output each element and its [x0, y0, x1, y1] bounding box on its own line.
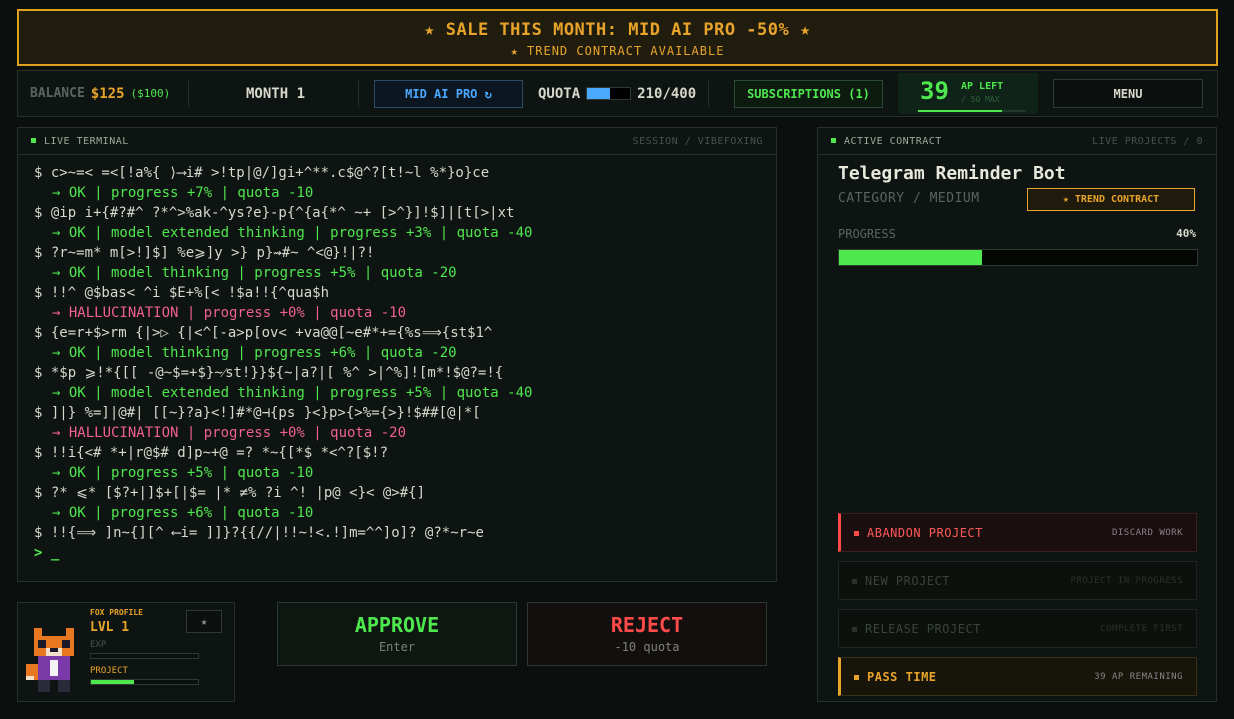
approve-label: APPROVE [354, 613, 440, 637]
new-project-sub: PROJECT IN PROGRESS [1070, 575, 1183, 586]
fox-avatar-icon [26, 628, 74, 692]
status-bar: BALANCE $125 ($100) MONTH 1 MID AI PRO ↻… [17, 70, 1218, 117]
progress-value: 40% [1176, 227, 1196, 240]
terminal-output: $ c>~=< =<[!a%{ ⟩⟶i# >!tp|@/]gi+^**.c$@^… [18, 155, 776, 543]
sale-banner-subtitle: ★ TREND CONTRACT AVAILABLE [510, 44, 725, 58]
project-bar-fill [91, 680, 134, 684]
terminal-prompt[interactable]: > _ [18, 543, 776, 563]
sale-banner-title: ★ SALE THIS MONTH: MID AI PRO -50% ★ [424, 20, 811, 40]
new-project-button[interactable]: NEW PROJECT PROJECT IN PROGRESS [838, 561, 1197, 600]
divider [358, 81, 359, 107]
terminal-command-line: $ *$p ⩾!*{[[ -@~$=+$}~⁄st!}}${~|a?|[ %^ … [34, 365, 504, 381]
abandon-label: ABANDON PROJECT [867, 525, 983, 540]
release-project-button[interactable]: RELEASE PROJECT COMPLETE FIRST [838, 609, 1197, 648]
approve-shortcut: Enter [378, 640, 416, 654]
release-project-label: RELEASE PROJECT [865, 621, 981, 636]
release-project-sub: COMPLETE FIRST [1100, 623, 1183, 634]
terminal-command-line: $ ?* ⩽* [$?+|]$+[|$= |* ≠% ?i ^! |p@ <}<… [34, 485, 426, 501]
pass-time-button[interactable]: PASS TIME 39 AP REMAINING [838, 657, 1197, 696]
pass-time-label: PASS TIME [867, 669, 937, 684]
terminal-ok-line: → OK | progress +7% | quota -10 [52, 185, 314, 201]
terminal-session: SESSION / VIBEFOXING [632, 135, 763, 147]
balance-display: BALANCE $125 ($100) [30, 71, 170, 116]
live-dot-icon [831, 138, 836, 143]
terminal-title: LIVE TERMINAL [44, 135, 129, 147]
release-dot-icon [852, 626, 857, 632]
quota-value: 210/400 [637, 85, 697, 102]
new-dot-icon [852, 578, 857, 584]
new-project-label: NEW PROJECT [865, 573, 950, 588]
abandon-project-button[interactable]: ABANDON PROJECT DISCARD WORK [838, 513, 1197, 552]
trend-contract-badge: ★ TREND CONTRACT [1027, 188, 1195, 211]
model-switch-button[interactable]: MID AI PRO ↻ [374, 80, 523, 108]
ap-value: 39 [920, 77, 949, 105]
terminal-panel: LIVE TERMINAL SESSION / VIBEFOXING $ c>~… [17, 127, 777, 582]
balance-label: BALANCE [30, 86, 85, 101]
terminal-ok-line: → OK | model thinking | progress +6% | q… [52, 345, 457, 361]
reject-label: REJECT [610, 613, 684, 637]
profile-level: LVL 1 [90, 620, 130, 635]
terminal-command-line: $ {e=r+$>rm {|>▷ {|<^[-a>p[ov< +va@@[~e#… [34, 325, 493, 341]
approve-button[interactable]: APPROVE Enter [277, 602, 517, 666]
sale-banner: ★ SALE THIS MONTH: MID AI PRO -50% ★ ★ T… [17, 9, 1218, 66]
quota-bar-fill [587, 88, 610, 99]
ap-bar-fill [918, 110, 1003, 112]
exp-bar [90, 653, 199, 659]
live-dot-icon [31, 138, 36, 143]
progress-label: PROGRESS [838, 227, 896, 241]
month-display: MONTH 1 [246, 85, 306, 102]
terminal-hallucination-line: → HALLUCINATION | progress +0% | quota -… [52, 305, 407, 321]
live-projects-count: LIVE PROJECTS / 0 [1092, 135, 1203, 147]
menu-button[interactable]: MENU [1053, 79, 1203, 108]
quota-display: QUOTA 210/400 [538, 71, 696, 116]
terminal-ok-line: → OK | model thinking | progress +5% | q… [52, 265, 457, 281]
contract-panel: ACTIVE CONTRACT LIVE PROJECTS / 0 Telegr… [817, 127, 1217, 702]
contract-name: Telegram Reminder Bot [838, 163, 1066, 184]
terminal-command-line: $ ?r~=m* m[>!]$] %e⩾]y >} p}⇝#~ ^<@}!|?! [34, 245, 375, 261]
terminal-hallucination-line: → HALLUCINATION | progress +0% | quota -… [52, 425, 407, 441]
reject-cost: -10 quota [614, 640, 680, 654]
abandon-dot-icon [854, 530, 859, 536]
contract-progress-fill [839, 250, 983, 265]
contract-panel-title: ACTIVE CONTRACT [844, 135, 942, 147]
quota-bar [586, 87, 632, 100]
exp-label: EXP [90, 640, 107, 650]
abandon-sub: DISCARD WORK [1111, 527, 1183, 538]
terminal-command-line: $ !!{⟹ ]n~{][^ ⟵i= ]]}?{{//|!!~!<.!]m=^^… [34, 525, 484, 541]
terminal-command-line: $ c>~=< =<[!a%{ ⟩⟶i# >!tp|@/]gi+^**.c$@^… [34, 165, 490, 181]
terminal-command-line: $ @ip i+{#?#^ ?*^>%ak-^ys?e}-p{^{a{*^ ~+… [34, 205, 515, 221]
ap-display: 39 AP LEFT / 50 MAX [898, 73, 1038, 114]
terminal-header: LIVE TERMINAL SESSION / VIBEFOXING [18, 128, 776, 155]
balance-sub: ($100) [130, 87, 171, 100]
fox-profile-card: FOX PROFILE LVL 1 ★ EXP PROJECT [17, 602, 235, 702]
profile-title: FOX PROFILE [90, 608, 143, 617]
favorite-star-button[interactable]: ★ [186, 610, 222, 633]
ap-max: / 50 MAX [961, 95, 1000, 104]
reject-button[interactable]: REJECT -10 quota [527, 602, 767, 666]
contract-header: ACTIVE CONTRACT LIVE PROJECTS / 0 [818, 128, 1216, 155]
terminal-command-line: $ ]|} %=]|@#| [[~}?a}<!]#*@⊣{ps }<}p>{>%… [34, 405, 481, 421]
terminal-command-line: $ !!i{<# *+|r@$# d]p~+@ =? *~{[*$ *<^?[$… [34, 445, 389, 461]
terminal-ok-line: → OK | model extended thinking | progres… [52, 385, 533, 401]
quota-label: QUOTA [538, 85, 581, 102]
terminal-ok-line: → OK | progress +6% | quota -10 [52, 505, 314, 521]
project-bar [90, 679, 199, 685]
ap-label: AP LEFT [961, 81, 1004, 92]
terminal-ok-line: → OK | model extended thinking | progres… [52, 225, 533, 241]
terminal-command-line: $ !!^ @$bas< ^i $E+%[< !$a!!{^qua$h [34, 285, 330, 301]
pass-time-sub: 39 AP REMAINING [1094, 671, 1183, 682]
project-label: PROJECT [90, 666, 128, 676]
ap-bar [918, 110, 1026, 112]
subscriptions-button[interactable]: SUBSCRIPTIONS (1) [734, 80, 883, 108]
divider [708, 81, 709, 107]
contract-category: CATEGORY / MEDIUM [838, 191, 980, 206]
pass-dot-icon [854, 674, 859, 680]
contract-progress-bar [838, 249, 1198, 266]
divider [188, 81, 189, 107]
balance-value: $125 [90, 85, 125, 102]
terminal-ok-line: → OK | progress +5% | quota -10 [52, 465, 314, 481]
